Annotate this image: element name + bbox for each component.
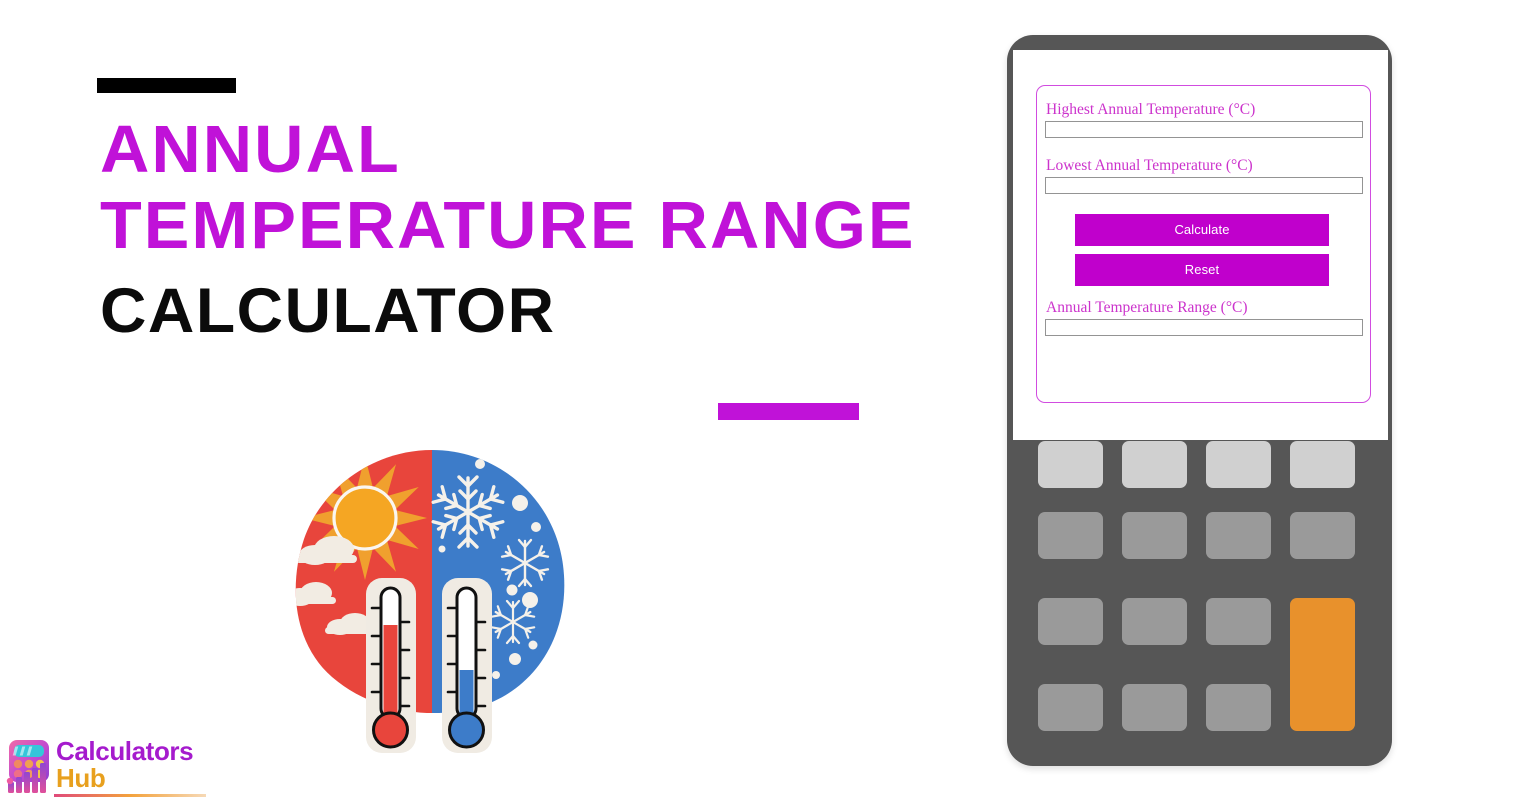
annual-temperature-range-label: Annual Temperature Range (°C) <box>1046 299 1248 316</box>
lowest-temperature-label: Lowest Annual Temperature (°C) <box>1046 157 1253 174</box>
page-title: ANNUAL TEMPERATURE RANGE CALCULATOR <box>100 112 1000 349</box>
calculator-screen: Highest Annual Temperature (°C) Lowest A… <box>1013 50 1388 440</box>
page-title-line-1: ANNUAL <box>100 112 401 187</box>
keypad-key-r4c1[interactable] <box>1038 684 1103 731</box>
highest-temperature-label: Highest Annual Temperature (°C) <box>1046 101 1256 118</box>
keypad-key-r2c1[interactable] <box>1038 512 1103 559</box>
logo-wordmark: Calculators Hub <box>56 738 206 792</box>
logo-underline <box>54 794 206 797</box>
keypad-key-r2c4[interactable] <box>1290 512 1355 559</box>
top-rule <box>97 78 236 93</box>
calculator-keypad <box>1038 441 1363 736</box>
field-group-lowest: Lowest Annual Temperature (°C) <box>1045 156 1363 194</box>
highest-temperature-input[interactable] <box>1045 121 1363 138</box>
calculator-device: Highest Annual Temperature (°C) Lowest A… <box>1007 35 1392 766</box>
lowest-temperature-input[interactable] <box>1045 177 1363 194</box>
bottom-rule <box>718 403 859 420</box>
keypad-key-r2c3[interactable] <box>1206 512 1271 559</box>
keypad-key-r1c2[interactable] <box>1122 441 1187 488</box>
keypad-key-equals[interactable] <box>1290 598 1355 731</box>
hot-cold-thermometers-illustration <box>282 445 582 755</box>
logo-word-calculators: Calculators <box>56 736 194 766</box>
calculator-form-card: Highest Annual Temperature (°C) Lowest A… <box>1036 85 1371 403</box>
thermometer-cold <box>442 578 492 753</box>
keypad-key-r1c4[interactable] <box>1290 441 1355 488</box>
keypad-key-r3c1[interactable] <box>1038 598 1103 645</box>
hero-panel: ANNUAL TEMPERATURE RANGE CALCULATOR Calc… <box>0 0 980 800</box>
keypad-key-r4c2[interactable] <box>1122 684 1187 731</box>
field-group-result: Annual Temperature Range (°C) <box>1045 298 1363 336</box>
logo-word-hub: Hub <box>56 763 106 793</box>
page-title-line-3: CALCULATOR <box>100 276 556 346</box>
keypad-key-r2c2[interactable] <box>1122 512 1187 559</box>
keypad-key-r3c2[interactable] <box>1122 598 1187 645</box>
reset-button[interactable]: Reset <box>1075 254 1329 286</box>
page-title-line-2: TEMPERATURE RANGE <box>100 188 916 263</box>
calculator-bar-chart-icon <box>4 737 56 795</box>
thermometer-hot <box>366 578 416 753</box>
keypad-key-r4c3[interactable] <box>1206 684 1271 731</box>
calculators-hub-logo[interactable]: Calculators Hub <box>4 737 206 799</box>
keypad-key-r1c3[interactable] <box>1206 441 1271 488</box>
keypad-key-r1c1[interactable] <box>1038 441 1103 488</box>
field-group-highest: Highest Annual Temperature (°C) <box>1045 100 1363 138</box>
annual-temperature-range-output[interactable] <box>1045 319 1363 336</box>
keypad-key-r3c3[interactable] <box>1206 598 1271 645</box>
calculate-button[interactable]: Calculate <box>1075 214 1329 246</box>
